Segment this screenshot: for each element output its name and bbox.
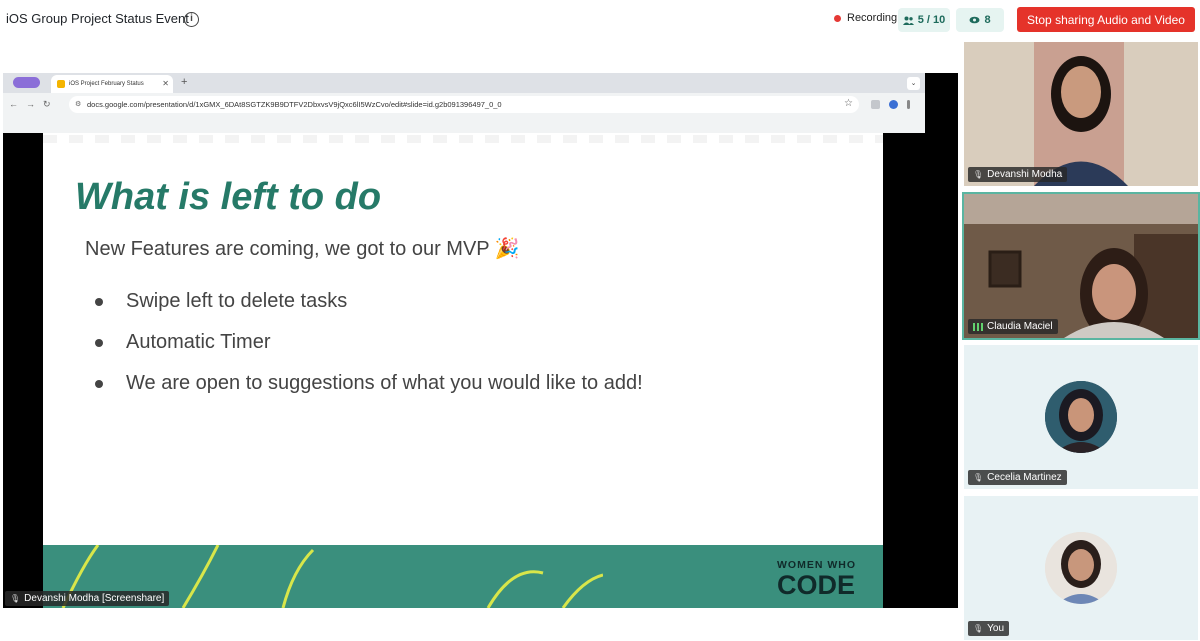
slide-bullet: Automatic Timer (95, 322, 643, 363)
participant-tile[interactable]: 🎙 Devanshi Modha (964, 42, 1198, 186)
slide-bullet-text: Automatic Timer (126, 331, 271, 353)
slide-subtitle: New Features are coming, we got to our M… (85, 238, 520, 260)
slide-bullet-text: We are open to suggestions of what you w… (126, 372, 643, 394)
participant-name: Claudia Maciel (987, 321, 1053, 332)
browser-tab-title: iOS Project February Status (69, 81, 144, 87)
eye-icon (969, 16, 980, 24)
speaking-level-icon (973, 322, 983, 331)
participant-name: You (987, 623, 1005, 634)
participant-name-label: 🎙 Devanshi Modha (968, 167, 1068, 182)
avatar (1045, 532, 1117, 604)
wwc-logo: WOMEN WHO CODE (777, 559, 856, 599)
info-icon[interactable]: i (184, 12, 199, 27)
viewers-count: 8 (984, 14, 991, 26)
slide-top-pattern (43, 135, 883, 143)
people-icon (902, 16, 914, 25)
avatar (1045, 381, 1117, 453)
participant-name-label: 🎙 You (968, 621, 1010, 636)
browser-address-bar: ⚙ docs.google.com/presentation/d/1xGMX_6… (69, 96, 859, 113)
browser-url: docs.google.com/presentation/d/1xGMX_6DA… (87, 100, 502, 109)
presentation-slide: What is left to do New Features are comi… (43, 133, 883, 608)
mic-muted-icon: 🎙 (973, 473, 984, 482)
shared-browser-chrome: iOS Project February Status ✕ + ⌄ ←→↻ ⚙ … (3, 73, 925, 133)
participant-video (964, 194, 1198, 338)
screenshare-name-label: 🎙 Devanshi Modha [Screenshare] (5, 591, 170, 606)
mic-muted-icon: 🎙 (973, 624, 984, 633)
tab-menu-chevron-icon: ⌄ (907, 77, 920, 90)
tab-close-icon: ✕ (162, 79, 169, 88)
recording-indicator: Recording (834, 12, 897, 24)
participant-name: Devanshi Modha (987, 169, 1063, 180)
participants-count-button[interactable]: 5 / 10 (898, 8, 950, 32)
recording-label: Recording (847, 12, 898, 24)
participant-tile[interactable]: 🎙 Cecelia Martinez (964, 345, 1198, 489)
participant-name: Cecelia Martinez (987, 472, 1062, 483)
bullet-dot-icon (95, 297, 103, 306)
participant-name-label: Claudia Maciel (968, 319, 1058, 334)
new-tab-icon: + (181, 76, 188, 88)
participant-video (964, 42, 1198, 186)
mic-muted-icon: 🎙 (973, 170, 984, 179)
slide-bullet: Swipe left to delete tasks (95, 281, 643, 322)
top-bar: iOS Group Project Status Event i Recordi… (0, 0, 1200, 40)
bullet-dot-icon (95, 379, 103, 388)
slides-favicon-icon (57, 80, 65, 88)
kebab-menu-icon (907, 100, 910, 109)
slide-bullet-text: Swipe left to delete tasks (126, 290, 348, 312)
participant-name-label: 🎙 Cecelia Martinez (968, 470, 1067, 485)
participant-tile[interactable]: Claudia Maciel (962, 192, 1200, 340)
slide-title: What is left to do (75, 176, 382, 218)
window-button (13, 77, 40, 88)
participants-count: 5 / 10 (917, 14, 946, 26)
slide-bullet: We are open to suggestions of what you w… (95, 363, 643, 404)
event-title: iOS Group Project Status Event (6, 11, 189, 26)
recording-dot-icon (834, 14, 841, 22)
browser-tabstrip: iOS Project February Status ✕ + ⌄ (3, 73, 925, 93)
site-settings-icon: ⚙ (75, 101, 82, 108)
viewers-count-button[interactable]: 8 (956, 8, 1004, 32)
sidepanel-icon (871, 100, 880, 109)
mic-muted-icon: 🎙 (10, 594, 21, 603)
wwc-logo-big: CODE (777, 570, 856, 600)
screenshare-stage: iOS Project February Status ✕ + ⌄ ←→↻ ⚙ … (3, 73, 958, 608)
slide-bullet-list: Swipe left to delete tasks Automatic Tim… (95, 281, 643, 404)
profile-icon (889, 100, 898, 109)
bookmark-star-icon: ☆ (844, 98, 853, 109)
browser-tab: iOS Project February Status ✕ (51, 75, 173, 93)
stop-sharing-button[interactable]: Stop sharing Audio and Video (1017, 7, 1195, 32)
bullet-dot-icon (95, 338, 103, 347)
participant-tile[interactable]: 🎙 You (964, 496, 1198, 640)
screenshare-label-text: Devanshi Modha [Screenshare] (24, 593, 165, 604)
browser-nav-icons: ←→↻ (9, 99, 59, 109)
